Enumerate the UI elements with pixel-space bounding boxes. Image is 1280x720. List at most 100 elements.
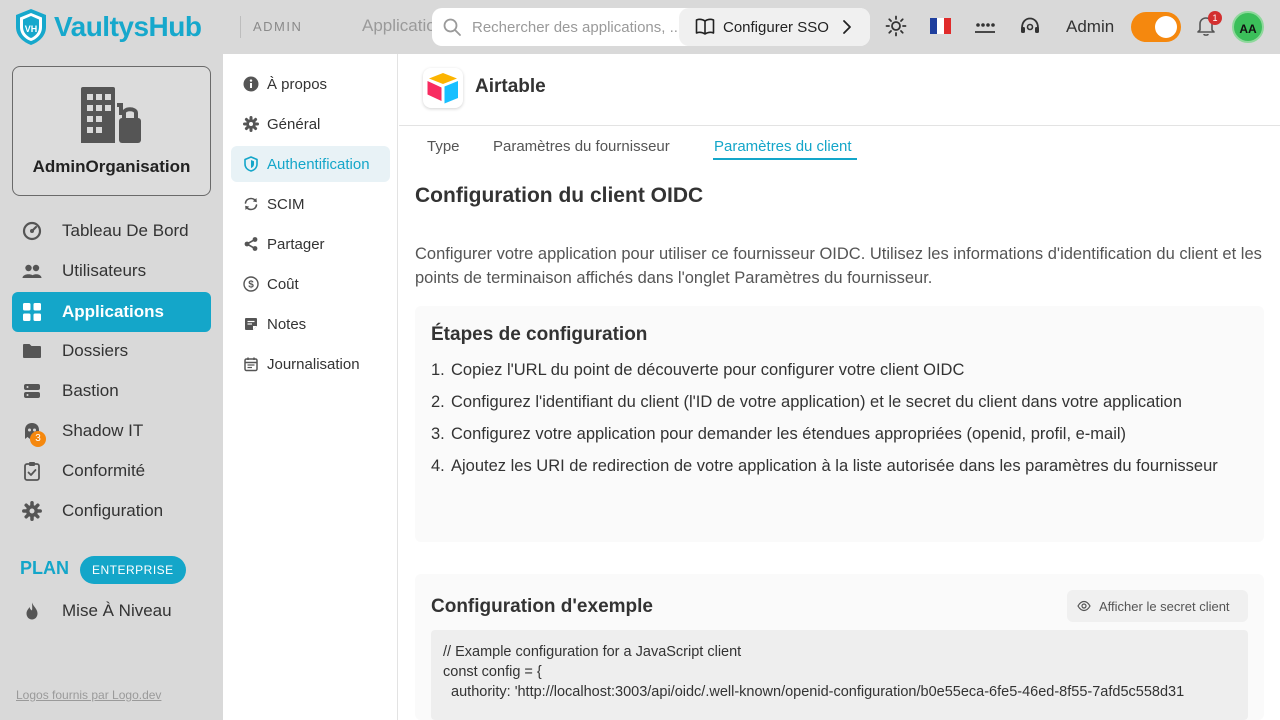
step-text: Configurez l'identifiant du client (l'ID…: [451, 393, 1182, 411]
gear-icon: [22, 501, 42, 521]
note-icon: [243, 316, 259, 332]
steps-list: 1. Copiez l'URL du point de découverte po…: [431, 358, 1251, 486]
sidebar-item-folders[interactable]: Dossiers: [12, 331, 211, 371]
upgrade-label: Mise À Niveau: [62, 601, 172, 620]
search-input[interactable]: [472, 8, 712, 46]
user-avatar[interactable]: AA: [1232, 11, 1264, 43]
step-item: 3. Configurez votre application pour dema…: [431, 425, 1127, 443]
sidebar-item-label: Tableau De Bord: [62, 221, 189, 240]
admin-mode-toggle[interactable]: [1131, 12, 1181, 42]
brand-logo[interactable]: VH VaultysHub: [14, 8, 202, 46]
app-header: Airtable: [399, 54, 1280, 126]
show-client-secret-button[interactable]: Afficher le secret client: [1067, 590, 1248, 622]
subnav-item-label: Partager: [267, 235, 325, 253]
subnav-item-label: Journalisation: [267, 355, 360, 373]
shadow-it-count-badge: 3: [30, 431, 46, 447]
current-user-name[interactable]: Admin: [1066, 17, 1114, 37]
code-line: authority: 'http://localhost:3003/api/oi…: [443, 684, 1185, 700]
toggle-knob: [1155, 16, 1177, 38]
top-bar: VH VaultysHub ADMIN Applications Configu…: [0, 0, 1280, 54]
sidebar-item-label: Conformité: [62, 461, 146, 480]
sidebar-item-users[interactable]: Utilisateurs: [12, 251, 211, 291]
sun-icon[interactable]: [885, 15, 907, 37]
dollar-icon: $: [243, 276, 259, 292]
step-item: 2. Configurez l'identifiant du client (l'…: [431, 393, 1182, 411]
sidebar-item-upgrade[interactable]: Mise À Niveau: [12, 591, 211, 631]
notification-count-badge: 1: [1208, 11, 1222, 25]
sidebar-item-label: Applications: [62, 302, 165, 321]
app-settings-subnav: À propos Général Authentification SCIM P…: [223, 54, 398, 720]
main-sidebar: AdminOrganisation Tableau De Bord Utilis…: [0, 54, 223, 720]
step-text: Configurez votre application pour demand…: [451, 425, 1127, 443]
eye-icon: [1077, 600, 1091, 612]
step-item: 1. Copiez l'URL du point de découverte po…: [431, 361, 965, 379]
folder-icon: [22, 341, 42, 361]
flame-icon: [22, 601, 42, 621]
example-title: Configuration d'exemple: [431, 596, 653, 617]
share-icon: [243, 236, 259, 252]
airtable-logo: [423, 68, 463, 108]
tab-provider-settings[interactable]: Paramètres du fournisseur: [493, 138, 670, 155]
sidebar-item-applications[interactable]: Applications: [12, 292, 211, 332]
tab-type[interactable]: Type: [427, 138, 460, 155]
svg-text:$: $: [248, 280, 254, 291]
support-icon[interactable]: [1019, 15, 1041, 37]
subnav-item-label: Coût: [267, 275, 299, 293]
sidebar-item-label: Bastion: [62, 381, 119, 400]
shield-icon: [243, 156, 259, 172]
logo-credit-link[interactable]: Logos fournis par Logo.dev: [16, 688, 161, 702]
building-lock-icon: [81, 87, 141, 143]
subnav-item-label: Authentification: [267, 155, 370, 173]
example-configuration-panel: Configuration d'exemple Afficher le secr…: [415, 574, 1264, 720]
subnav-item-general[interactable]: Général: [231, 106, 390, 142]
organisation-card[interactable]: AdminOrganisation: [12, 66, 211, 196]
code-line: const config = {: [443, 664, 542, 680]
topbar-divider: [240, 16, 241, 38]
organisation-name: AdminOrganisation: [32, 157, 191, 176]
section-title: Configuration du client OIDC: [415, 184, 704, 207]
info-icon: [243, 76, 259, 92]
sidebar-item-bastion[interactable]: Bastion: [12, 371, 211, 411]
gear-icon: [243, 116, 259, 132]
subnav-item-notes[interactable]: Notes: [231, 306, 390, 342]
configure-sso-label: Configurer SSO: [723, 18, 829, 36]
apps-grid-icon: [22, 302, 42, 322]
step-text: Copiez l'URL du point de découverte pour…: [451, 361, 965, 379]
app-name: Airtable: [475, 76, 546, 97]
admin-section-tag: ADMIN: [253, 19, 303, 34]
subnav-item-label: Général: [267, 115, 321, 133]
active-tab-indicator: [713, 158, 857, 160]
chevron-right-icon: [843, 20, 851, 34]
sidebar-item-dashboard[interactable]: Tableau De Bord: [12, 211, 211, 251]
subnav-item-cost[interactable]: $ Coût: [231, 266, 390, 302]
tab-client-settings[interactable]: Paramètres du client: [714, 138, 852, 155]
configure-sso-button[interactable]: Configurer SSO: [679, 8, 870, 46]
steps-title: Étapes de configuration: [431, 324, 648, 345]
sidebar-item-configuration[interactable]: Configuration: [12, 491, 211, 531]
sidebar-item-label: Dossiers: [62, 341, 129, 360]
password-icon[interactable]: [974, 15, 996, 37]
show-client-secret-label: Afficher le secret client: [1099, 598, 1230, 614]
subnav-item-authentication[interactable]: Authentification: [231, 146, 390, 182]
step-text: Ajoutez les URI de redirection de votre …: [451, 457, 1218, 475]
code-line: // Example configuration for a JavaScrip…: [443, 644, 742, 660]
vaultys-shield-icon: VH: [16, 9, 46, 45]
subnav-item-scim[interactable]: SCIM: [231, 186, 390, 222]
sidebar-item-label: Utilisateurs: [62, 261, 147, 280]
configuration-steps-panel: Étapes de configuration 1. Copiez l'URL d…: [415, 306, 1264, 542]
sidebar-item-label: Configuration: [62, 501, 164, 520]
subnav-item-about[interactable]: À propos: [231, 66, 390, 102]
brand-name: VaultysHub: [54, 11, 202, 42]
france-flag-icon[interactable]: [930, 18, 951, 34]
calendar-log-icon: [243, 356, 259, 372]
subnav-item-share[interactable]: Partager: [231, 226, 390, 262]
search-icon: [443, 18, 461, 36]
sidebar-item-shadow-it[interactable]: 3 Shadow IT: [12, 411, 211, 451]
airtable-logo-icon: [427, 73, 458, 104]
book-icon: [695, 18, 715, 35]
subnav-item-logging[interactable]: Journalisation: [231, 346, 390, 382]
sidebar-item-compliance[interactable]: Conformité: [12, 451, 211, 491]
step-item: 4. Ajoutez les URI de redirection de votr…: [431, 457, 1218, 475]
dashboard-icon: [22, 221, 42, 241]
plan-badge: ENTERPRISE: [80, 556, 186, 584]
